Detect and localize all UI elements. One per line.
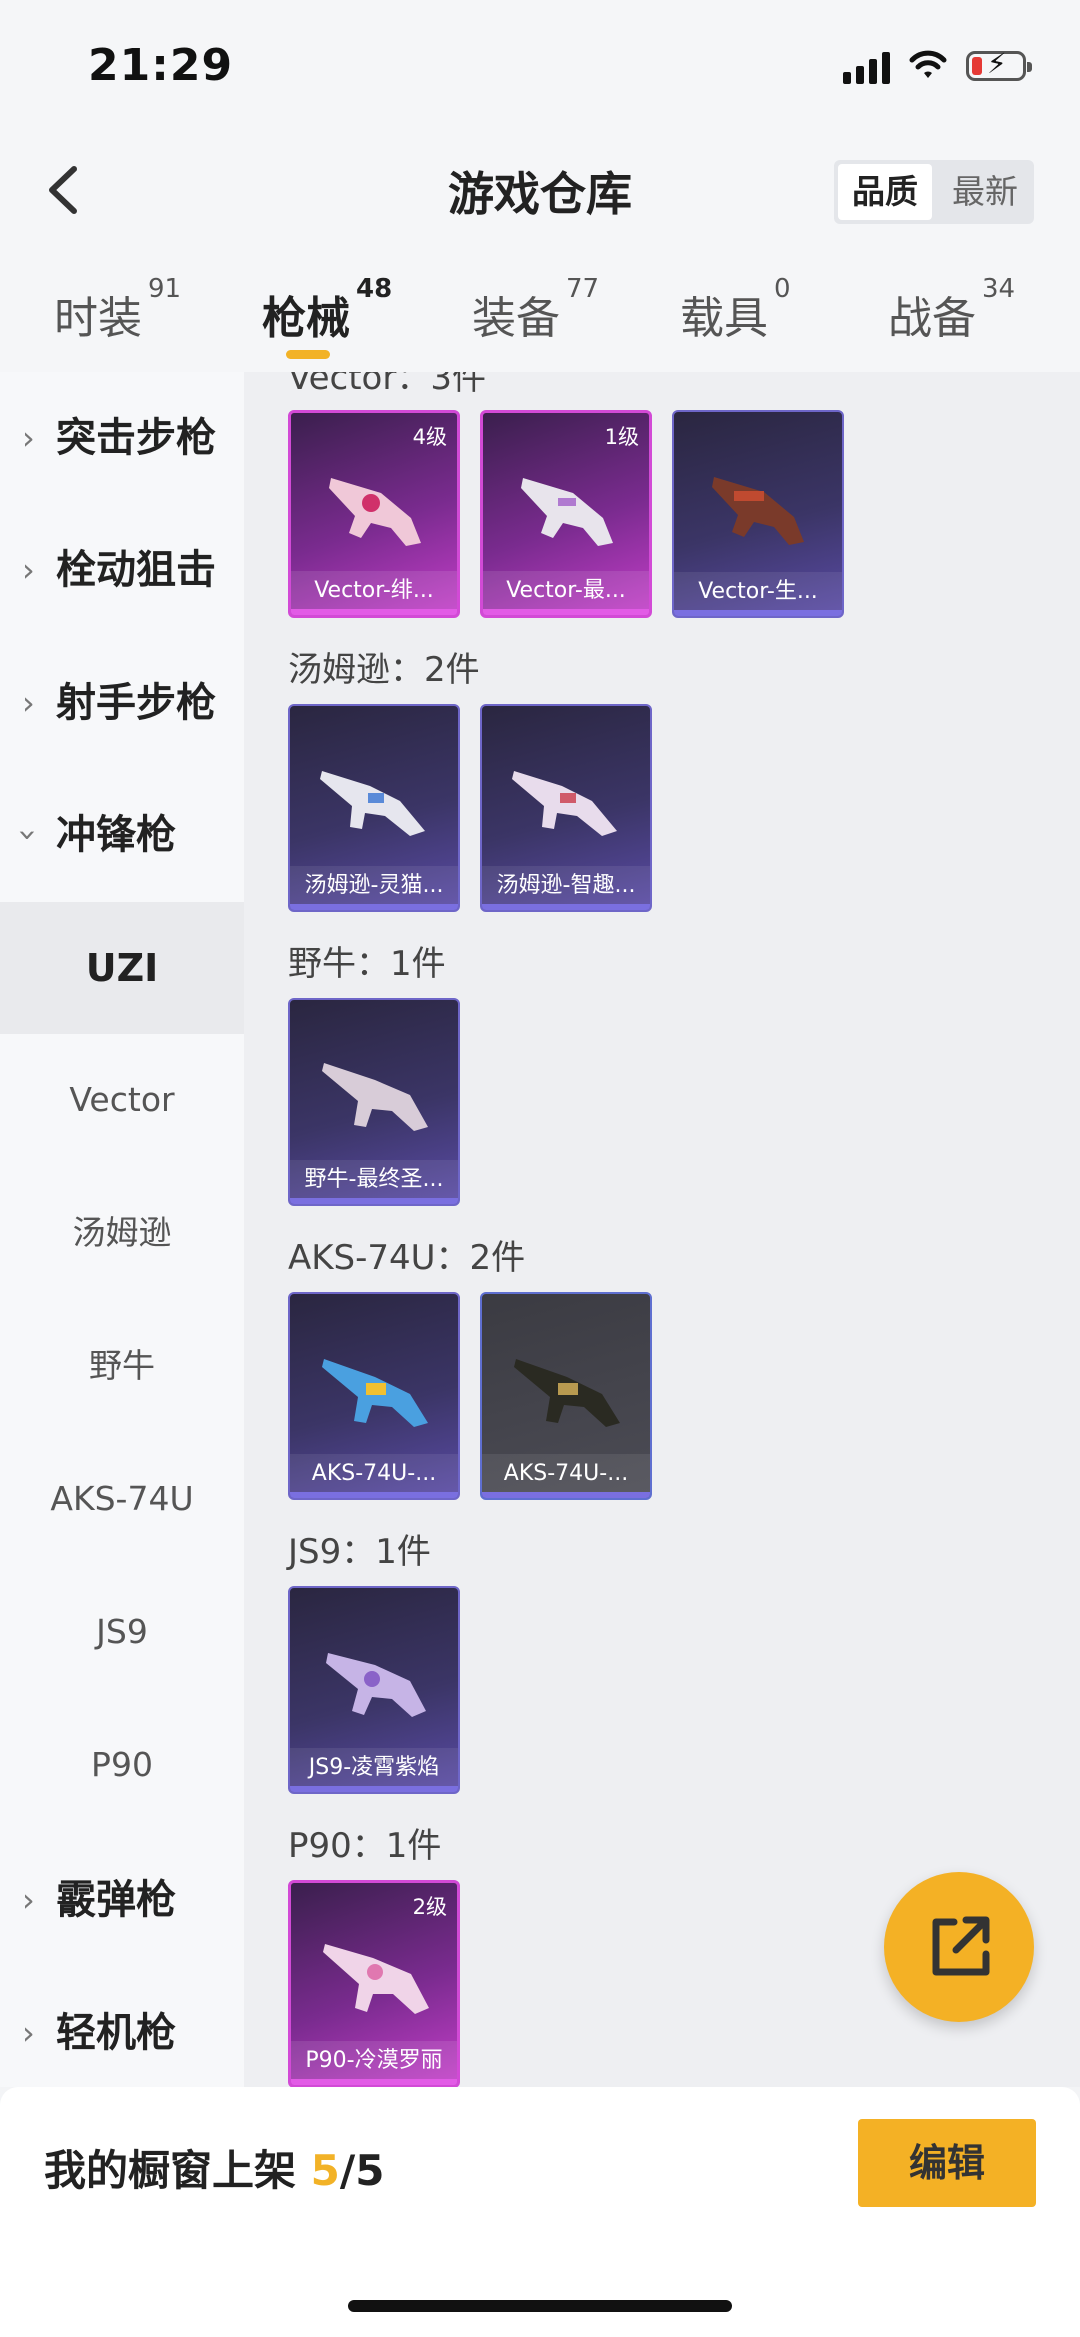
tab-firearms[interactable]: 枪械48 [262,274,392,346]
edit-button[interactable]: 编辑 [858,2119,1036,2207]
showcase-status: 我的橱窗上架 5/5 [44,2146,385,2195]
sidebar: › 突击步枪 › 栓动狙击 › 射手步枪 › 冲锋枪 UZI Vector 汤姆… [0,372,244,2087]
sidebar-sub-p90[interactable]: P90 [0,1699,244,1831]
sidebar-sub-aks74u[interactable]: AKS-74U [0,1433,244,1565]
sort-toggle[interactable]: 品质 最新 [834,160,1034,224]
item-card[interactable]: 2级 P90-冷漠罗丽 [288,1880,460,2087]
back-button[interactable] [30,155,100,225]
item-card[interactable]: 野牛-最终圣... [288,998,460,1206]
gun-skin-image [323,1944,429,2014]
sidebar-item-lmg[interactable]: › 轻机枪 [0,1967,244,2099]
tab-fashion[interactable]: 时装91 [54,274,181,346]
item-grid: Vector：3件 4级 Vector-绯... 1级 Vector-最... … [244,372,1080,2087]
sidebar-item-smg[interactable]: › 冲锋枪 [0,769,244,901]
chevron-right-icon: › [22,419,35,457]
category-tabs: 时装91 枪械48 装备77 载具0 战备34 [0,250,1080,372]
battery-icon: ⚡ [966,50,1032,81]
tab-equipment[interactable]: 装备77 [472,274,599,346]
tab-vehicles[interactable]: 载具0 [680,274,791,346]
chevron-right-icon: › [22,551,35,589]
chevron-right-icon: › [22,684,35,722]
gun-skin-image [514,1359,620,1427]
item-card[interactable]: 汤姆逊-灵猫... [288,704,460,912]
gun-skin-image [320,771,425,836]
status-time: 21:29 [88,40,234,91]
sidebar-sub-js9[interactable]: JS9 [0,1566,244,1698]
sidebar-item-assault-rifle[interactable]: › 突击步枪 [0,372,244,504]
group-title-vector: Vector：3件 [288,372,486,398]
gun-skin-image [322,1063,428,1131]
chevron-right-icon: › [22,2014,35,2052]
item-card[interactable]: AKS-74U-... [288,1292,460,1500]
group-title-aks74u: AKS-74U：2件 [288,1238,526,1278]
gun-skin-image [512,771,617,836]
sidebar-sub-vector[interactable]: Vector [0,1034,244,1166]
sidebar-sub-thompson[interactable]: 汤姆逊 [0,1167,244,1299]
wifi-icon [909,50,947,78]
group-title-p90: P90：1件 [288,1826,442,1866]
sidebar-item-shotgun[interactable]: › 霰弹枪 [0,1834,244,1966]
group-title-thompson: 汤姆逊：2件 [288,650,480,690]
item-card[interactable]: JS9-凌霄紫焰 [288,1586,460,1794]
signal-icon [843,48,890,84]
chevron-right-icon: › [22,1881,35,1919]
header: 游戏仓库 品质 最新 [0,130,1080,250]
item-card[interactable]: Vector-生... [672,410,844,618]
status-icons: ⚡ [843,48,1032,84]
sort-option-quality[interactable]: 品质 [838,164,932,220]
item-card[interactable]: 1级 Vector-最... [480,410,652,618]
active-tab-indicator [286,350,330,359]
sidebar-item-bolt-sniper[interactable]: › 栓动狙击 [0,504,244,636]
share-export-icon [932,1916,990,1976]
group-title-bizon: 野牛：1件 [288,944,446,984]
sort-option-newest[interactable]: 最新 [936,160,1034,224]
gun-skin-image [326,1653,426,1717]
tab-supplies[interactable]: 战备34 [888,274,1015,346]
sidebar-item-marksman-rifle[interactable]: › 射手步枪 [0,637,244,769]
chevron-left-icon [49,166,77,214]
status-bar: 21:29 ⚡ [0,0,1080,130]
item-card[interactable]: 汤姆逊-智趣... [480,704,652,912]
sidebar-sub-bizon[interactable]: 野牛 [0,1300,244,1432]
home-indicator [348,2300,732,2312]
sidebar-sub-uzi[interactable]: UZI [0,902,244,1034]
gun-skin-image [712,477,804,545]
gun-skin-image [521,478,613,546]
gun-skin-image [322,1359,428,1427]
item-card[interactable]: 4级 Vector-绯... [288,410,460,618]
item-card[interactable]: AKS-74U-... [480,1292,652,1500]
share-button[interactable] [884,1872,1034,2022]
group-title-js9: JS9：1件 [288,1532,431,1572]
gun-skin-image [329,478,421,546]
